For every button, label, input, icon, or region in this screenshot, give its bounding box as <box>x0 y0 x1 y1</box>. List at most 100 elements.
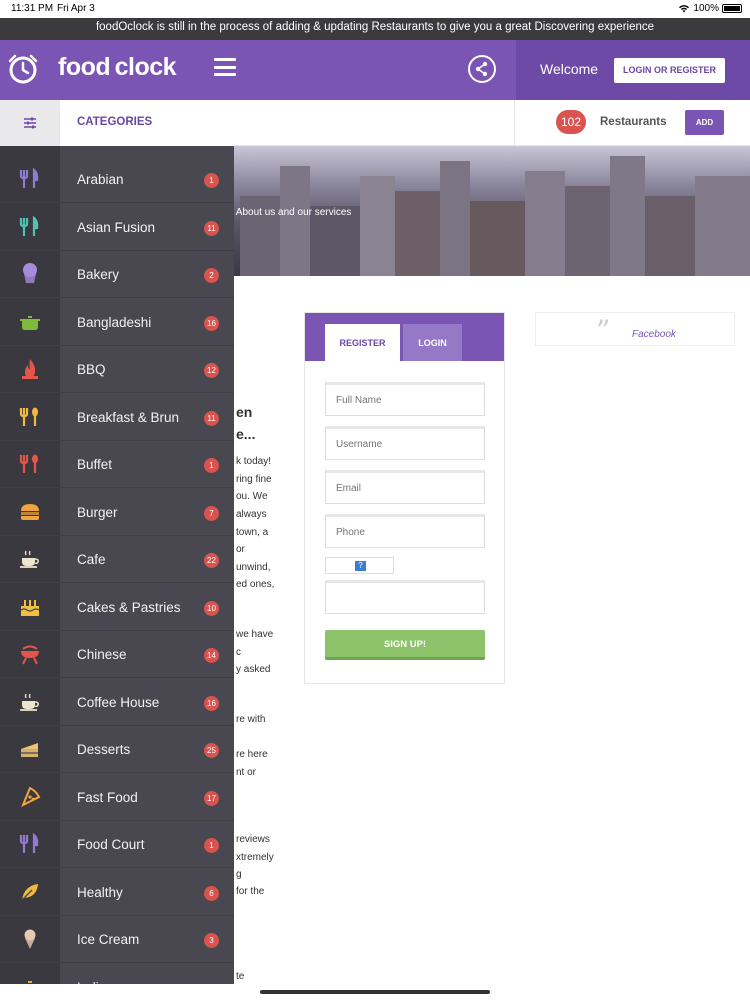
article-text-fragment: unwind, <box>236 562 271 573</box>
sidebar-item[interactable]: Chinese 14 <box>0 631 234 678</box>
article-text-fragment: re here <box>236 749 268 760</box>
sidebar-item-label: Asian Fusion <box>77 219 156 235</box>
article-text-fragment: y asked <box>236 664 271 675</box>
coffee-cup-icon <box>14 547 46 571</box>
status-date: Fri Apr 3 <box>57 3 95 14</box>
sidebar-item[interactable]: Food Court 1 <box>0 821 234 868</box>
fork-knife-icon <box>14 215 46 239</box>
sidebar-item[interactable]: Fast Food 17 <box>0 774 234 821</box>
grill-icon <box>14 642 46 666</box>
article-text-fragment: c <box>236 647 241 658</box>
logo-text[interactable]: food clock <box>58 53 177 82</box>
sidebar-item-count-badge: 3 <box>204 933 219 948</box>
sidebar-item[interactable]: Ice Cream 3 <box>0 916 234 963</box>
captcha-placeholder-icon: ? <box>355 561 366 571</box>
tab-login[interactable]: LOGIN <box>403 324 462 361</box>
welcome-text: Welcome <box>540 61 599 77</box>
hero-text: o About us and our services <box>228 207 352 218</box>
restaurant-count-badge: 102 <box>556 110 586 134</box>
burger-icon <box>14 500 46 524</box>
fire-icon <box>14 357 46 381</box>
sidebar-item[interactable]: Bangladeshi 16 <box>0 299 234 346</box>
sidebar-item-label: Breakfast & Brun <box>77 409 180 425</box>
filter-sliders-icon[interactable] <box>23 116 37 130</box>
sidebar-item-label: Cakes & Pastries <box>77 599 181 615</box>
tab-register[interactable]: REGISTER <box>325 324 400 361</box>
sidebar-item-count-badge: 6 <box>204 885 219 901</box>
article-text-fragment: ou. We <box>236 491 268 502</box>
sidebar-item-label: Arabian <box>77 172 124 187</box>
quote-icon: ” <box>596 314 611 347</box>
sidebar-item[interactable]: Healthy 6 <box>0 869 234 916</box>
article-text-fragment: re with <box>236 714 266 725</box>
sidebar-item-label: BBQ <box>77 362 106 377</box>
home-indicator <box>260 990 490 994</box>
sidebar-item[interactable]: Asian Fusion 11 <box>0 204 234 251</box>
facebook-box: ” Facebook <box>535 312 735 346</box>
sidebar-item[interactable]: Burger 7 <box>0 489 234 536</box>
sidebar-item[interactable]: Cakes & Pastries 10 <box>0 584 234 631</box>
wifi-icon <box>679 5 690 13</box>
facebook-link[interactable]: Facebook <box>632 329 676 340</box>
sidebar-item-count-badge: 1 <box>204 838 219 853</box>
sidebar-item-count-badge: 25 <box>204 743 219 758</box>
sidebar-item-label: Healthy <box>77 884 123 900</box>
sidebar-item-count-badge: 10 <box>204 600 219 616</box>
sidebar-item-count-badge: 1 <box>204 458 219 473</box>
sidebar-item-label: Fast Food <box>77 789 138 805</box>
sidebar-item-count-badge: 16 <box>204 315 219 331</box>
sidebar-item-count-badge: 7 <box>204 505 219 521</box>
sidebar-item[interactable]: Breakfast & Brun 11 <box>0 394 234 441</box>
sidebar-item-count-badge: 17 <box>204 790 219 806</box>
ice-cream-icon <box>14 927 46 951</box>
categories-sidebar: Arabian 1 Asian Fusion 11 Bakery 2 Bangladeshi… <box>0 146 234 984</box>
share-icon[interactable] <box>468 55 496 83</box>
restaurants-label: Restaurants <box>600 116 667 128</box>
sidebar-item[interactable]: Indian <box>0 964 234 985</box>
email-field[interactable] <box>325 470 485 504</box>
add-button[interactable]: ADD <box>685 110 724 135</box>
article-text-fragment: nt or <box>236 767 257 778</box>
sidebar-item[interactable]: BBQ 12 <box>0 346 234 393</box>
captcha-field[interactable] <box>325 580 485 614</box>
phone-field[interactable] <box>325 514 485 548</box>
sidebar-item[interactable]: Arabian 1 <box>0 156 234 203</box>
sidebar-item[interactable]: Bakery 2 <box>0 251 234 298</box>
sidebar-item-count-badge: 11 <box>204 220 219 236</box>
sidebar-item-count-badge: 1 <box>204 173 219 188</box>
article-text-fragment: town, a <box>236 527 269 538</box>
sidebar-item-count-badge: 2 <box>204 268 219 283</box>
sidebar-item-label: Buffet <box>77 457 113 472</box>
sidebar-item-label: Burger <box>77 504 118 520</box>
sidebar-item[interactable]: Cafe 22 <box>0 536 234 583</box>
sidebar-item[interactable]: Desserts 25 <box>0 726 234 773</box>
sidebar-item[interactable]: Coffee House 16 <box>0 679 234 726</box>
full-name-field[interactable] <box>325 382 485 416</box>
clock-logo-icon[interactable] <box>6 52 40 86</box>
cake-slice-icon <box>14 737 46 761</box>
categories-header: CATEGORIES <box>0 100 234 146</box>
sidebar-item-label: Food Court <box>77 837 145 852</box>
article-text-fragment: or <box>236 544 245 555</box>
cupcake-icon <box>14 262 46 286</box>
article-text-fragment: for the <box>236 886 265 897</box>
sidebar-item-label: Ice Cream <box>77 932 140 947</box>
cake-icon <box>14 595 46 619</box>
notice-banner: foodOclock is still in the process of ad… <box>0 18 750 40</box>
status-bar: 11:31 PM Fri Apr 3 100% <box>0 0 750 18</box>
sidebar-item-label: Bangladeshi <box>77 314 152 330</box>
battery-percent: 100% <box>693 3 719 14</box>
article-text-fragment: always <box>236 509 267 520</box>
sidebar-item-count-badge: 16 <box>204 695 219 711</box>
login-register-button[interactable]: LOGIN OR REGISTER <box>614 58 725 83</box>
hamburger-menu-icon[interactable] <box>214 58 236 76</box>
sidebar-item-count-badge: 11 <box>204 410 219 426</box>
sidebar-item-label: Indian <box>77 980 182 985</box>
leaf-icon <box>14 880 46 904</box>
article-heading-fragment: en <box>236 404 253 420</box>
sidebar-item-label: Chinese <box>77 647 127 662</box>
sidebar-item[interactable]: Buffet 1 <box>0 441 234 488</box>
sidebar-item-count-badge: 14 <box>204 648 219 663</box>
signup-button[interactable]: SIGN UP! <box>325 630 485 660</box>
username-field[interactable] <box>325 426 485 460</box>
